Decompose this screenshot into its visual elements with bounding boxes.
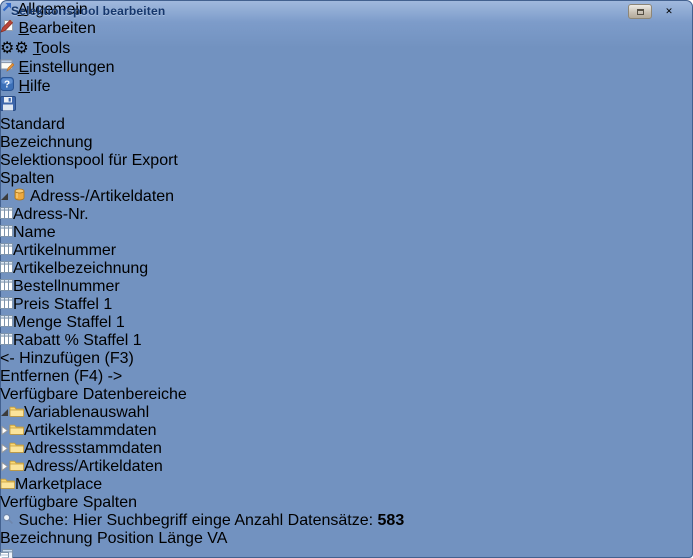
tree-item-label: Marketplace	[15, 476, 102, 493]
tree-item[interactable]: Adress-Nr.	[0, 206, 693, 224]
toolbar-label: Hilfe	[18, 78, 50, 95]
toolbar-label: Einstellungen	[18, 59, 114, 76]
tree-item[interactable]: Marketplace	[0, 476, 693, 494]
expander-closed-icon[interactable]	[0, 440, 9, 457]
remove-button[interactable]: Entfernen (F4) ->	[0, 368, 693, 386]
table-columns-icon	[0, 332, 13, 349]
tree-item-label: Name	[13, 224, 56, 241]
search-label: Suche:	[18, 512, 68, 529]
group-datenbereiche: Verfügbare Datenbereiche Variablenauswah…	[0, 386, 693, 494]
toolbar-label: Tools	[33, 40, 70, 57]
tree-item[interactable]: Bestellnummer	[0, 278, 693, 296]
tree-item[interactable]: Adress/Artikeldaten	[0, 458, 693, 476]
tree-item-label: Variablenauswahl	[24, 404, 149, 421]
table-columns-icon	[0, 278, 13, 295]
tree-item[interactable]: Adressstammdaten	[0, 440, 693, 458]
column-header-laenge[interactable]: Länge	[158, 530, 203, 547]
folder-icon	[9, 422, 24, 439]
toolbar-button-hilfe[interactable]: ? Hilfe	[0, 77, 693, 96]
group-label: Spalten	[0, 170, 54, 187]
database-icon	[13, 188, 26, 205]
svg-text:?: ?	[4, 80, 10, 91]
close-icon: ✕	[665, 7, 673, 16]
folder-icon	[0, 476, 15, 493]
group-bezeichnung: Bezeichnung Selektionspool für Export	[0, 134, 693, 170]
column-header-position[interactable]: Position	[97, 530, 154, 547]
expander-open-icon[interactable]	[0, 404, 9, 421]
add-button[interactable]: <- Hinzufügen (F3)	[0, 350, 693, 368]
tree-item[interactable]: Artikelnummer	[0, 242, 693, 260]
tree-item[interactable]: Rabatt % Staffel 1	[0, 332, 693, 350]
table-columns-icon	[0, 224, 13, 241]
save-button[interactable]	[0, 96, 693, 116]
bezeichnung-combobox[interactable]: Selektionspool für Export	[0, 152, 693, 170]
combobox-value: Selektionspool für Export	[0, 152, 178, 169]
table-columns-icon	[0, 242, 13, 259]
group-label: Verfügbare Datenbereiche	[0, 386, 187, 403]
column-header-va[interactable]: VA	[207, 530, 227, 547]
titlebar[interactable]: Selektionspool bearbeiten ✕	[0, 0, 693, 22]
folder-icon	[9, 458, 24, 475]
tree-item-root[interactable]: Adress-/Artikeldaten	[0, 188, 693, 206]
tree-item[interactable]: Preis Staffel 1	[0, 296, 693, 314]
settings-window-icon	[0, 59, 18, 76]
folder-icon	[9, 404, 24, 421]
tree-item-label: Adress-/Artikeldaten	[30, 188, 174, 205]
table-columns-icon	[0, 296, 13, 313]
tree-item-label: Bestellnummer	[13, 278, 120, 295]
toolbar-button-einstellungen[interactable]: Einstellungen	[0, 58, 693, 77]
datenbereiche-tree: VariablenauswahlArtikelstammdatenAdresss…	[0, 404, 693, 494]
table-columns-icon	[0, 206, 13, 223]
tree-item-label: Adressstammdaten	[24, 440, 162, 457]
column-header-bezeichnung[interactable]: Bezeichnung	[0, 530, 93, 547]
tree-item-label: Adress-Nr.	[13, 206, 89, 223]
help-icon: ?	[0, 78, 18, 95]
search-input[interactable]: Suche: Hier Suchbegriff einge Anzahl Dat…	[0, 512, 693, 530]
expander-closed-icon[interactable]	[0, 458, 9, 475]
gears-icon: ⚙⚙	[0, 40, 33, 57]
tab-standard[interactable]: Standard	[0, 116, 693, 134]
tree-item-label: Artikelbezeichnung	[13, 260, 148, 277]
record-count: Anzahl Datensätze: 583	[234, 512, 404, 529]
tree-item-label: Artikelnummer	[13, 242, 116, 259]
tree-item[interactable]: Artikelbezeichnung	[0, 260, 693, 278]
tree-item-label: Adress/Artikeldaten	[24, 458, 163, 475]
group-label: Verfügbare Spalten	[0, 494, 137, 511]
tree-item-label: Menge Staffel 1	[13, 314, 125, 331]
tree-item-root[interactable]: Variablenauswahl	[0, 404, 693, 422]
search-icon	[2, 512, 18, 529]
restore-icon	[637, 9, 644, 15]
table-header-row: Bezeichnung Position Länge VA	[0, 530, 693, 548]
group-spalten: Spalten Adress-/ArtikeldatenAdress-Nr.Na…	[0, 170, 693, 350]
restore-button[interactable]	[628, 4, 652, 19]
content-panel: Bezeichnung Selektionspool für Export Sp…	[0, 134, 693, 558]
spalten-tree: Adress-/ArtikeldatenAdress-Nr.NameArtike…	[0, 188, 693, 350]
edit-pencil-icon	[0, 20, 18, 37]
tree-item-label: Preis Staffel 1	[13, 296, 112, 313]
app-window: Selektionspool bearbeiten ✕ Allgemein Be…	[0, 0, 693, 558]
table-columns-icon	[0, 260, 13, 277]
table-columns-icon	[0, 314, 13, 331]
tree-item-label: Rabatt % Staffel 1	[13, 332, 142, 349]
folder-icon	[9, 440, 24, 457]
tree-item[interactable]: Artikelstammdaten	[0, 422, 693, 440]
close-button[interactable]: ✕	[654, 4, 684, 19]
column-chooser-icon[interactable]	[0, 548, 13, 558]
toolbar-button-tools[interactable]: ⚙⚙ Tools	[0, 38, 693, 58]
window-title: Selektionspool bearbeiten	[11, 4, 165, 18]
tree-item[interactable]: Menge Staffel 1	[0, 314, 693, 332]
group-verfuegbare-spalten: Verfügbare Spalten Suche: Hier Suchbegri…	[0, 494, 693, 558]
search-placeholder: Hier Suchbegriff einge	[73, 512, 231, 529]
toolbar-label: Bearbeiten	[18, 20, 95, 37]
save-icon	[0, 98, 16, 115]
group-label: Bezeichnung	[0, 134, 93, 151]
record-count-value: 583	[378, 512, 405, 529]
tree-item[interactable]: Name	[0, 224, 693, 242]
expander-closed-icon[interactable]	[0, 422, 9, 439]
tree-item-label: Artikelstammdaten	[24, 422, 157, 439]
expander-open-icon[interactable]	[0, 188, 9, 205]
